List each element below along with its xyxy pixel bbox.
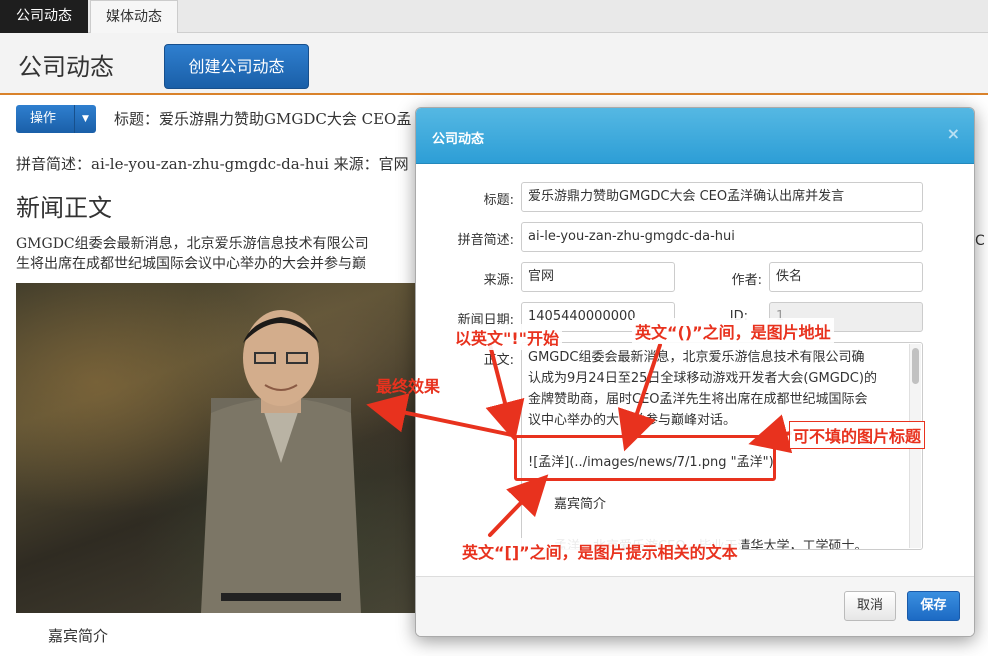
source-field-label: 来源: bbox=[483, 273, 514, 288]
modal-header: 公司动态 × bbox=[416, 108, 974, 164]
body-text-line bbox=[528, 515, 900, 536]
annotation-highlight-box bbox=[514, 435, 776, 481]
page-title: 公司动态 bbox=[18, 53, 114, 81]
news-body-line: 生将出席在成都世纪城国际会议中心举办的大会并参与巅 bbox=[16, 256, 366, 272]
news-pinyin-line: 拼音简述：ai-le-you-zan-zhu-gmgdc-da-hui 来源：官… bbox=[16, 155, 409, 173]
operations-dropdown-button[interactable]: 操作 ▼ bbox=[16, 105, 96, 133]
pinyin-field-label: 拼音简述: bbox=[457, 233, 514, 248]
annotation-final-effect: 最终效果 bbox=[376, 377, 441, 396]
annotation-optional-title: 可不填的图片标题 bbox=[789, 421, 926, 449]
body-text-line: 认成为9月24日至25日全球移动游戏开发者大会(GMGDC)的 bbox=[528, 371, 877, 386]
page-header: 公司动态 创建公司动态 bbox=[0, 33, 988, 95]
close-icon[interactable]: × bbox=[947, 124, 960, 143]
top-tabbar: 公司动态 媒体动态 bbox=[0, 0, 988, 33]
author-input[interactable]: 佚名 bbox=[769, 262, 923, 292]
news-body-heading: 新闻正文 bbox=[16, 194, 112, 222]
tab-media-news[interactable]: 媒体动态 bbox=[90, 0, 178, 33]
person-photo-figure bbox=[201, 310, 361, 613]
pinyin-input[interactable]: ai-le-you-zan-zhu-gmgdc-da-hui bbox=[521, 222, 923, 252]
annotation-starts-with: 以英文"!"开始 bbox=[452, 324, 562, 350]
annotation-bracket-note: 英文“[]”之间，是图片提示相关的文本 bbox=[459, 538, 741, 564]
operations-label: 操作 bbox=[30, 111, 57, 126]
body-text-line: GMGDC组委会最新消息，北京爱乐游信息技术有限公司确 bbox=[528, 350, 865, 365]
title-input[interactable]: 爱乐游鼎力赞助GMGDC大会 CEO孟洋确认出席并发言 bbox=[521, 182, 923, 212]
guest-intro-heading: 嘉宾简介 bbox=[48, 627, 109, 645]
body-text-line: 金牌赞助商，届时CEO孟洋先生将出席在成都世纪城国际会 bbox=[528, 392, 868, 407]
source-input[interactable]: 官网 bbox=[521, 262, 675, 292]
body-field-label: 正文: bbox=[483, 353, 514, 368]
news-photo bbox=[16, 283, 416, 613]
modal-footer: 取消 保存 bbox=[416, 576, 974, 636]
create-news-button[interactable]: 创建公司动态 bbox=[164, 44, 309, 89]
news-title-line: 标题：爱乐游鼎力赞助GMGDC大会 CEO孟 bbox=[114, 110, 412, 128]
chevron-down-icon[interactable]: ▼ bbox=[74, 105, 96, 133]
cancel-button[interactable]: 取消 bbox=[844, 591, 896, 621]
modal-title: 公司动态 bbox=[432, 132, 485, 147]
title-field-label: 标题: bbox=[483, 193, 514, 208]
save-button[interactable]: 保存 bbox=[907, 591, 960, 621]
annotation-paren-note: 英文“()”之间，是图片地址 bbox=[632, 318, 834, 344]
author-field-label: 作者: bbox=[731, 273, 762, 288]
tab-company-news[interactable]: 公司动态 bbox=[0, 0, 88, 33]
body-text-line: 嘉宾简介 bbox=[528, 497, 607, 512]
news-body-line-cut: C bbox=[975, 233, 985, 249]
